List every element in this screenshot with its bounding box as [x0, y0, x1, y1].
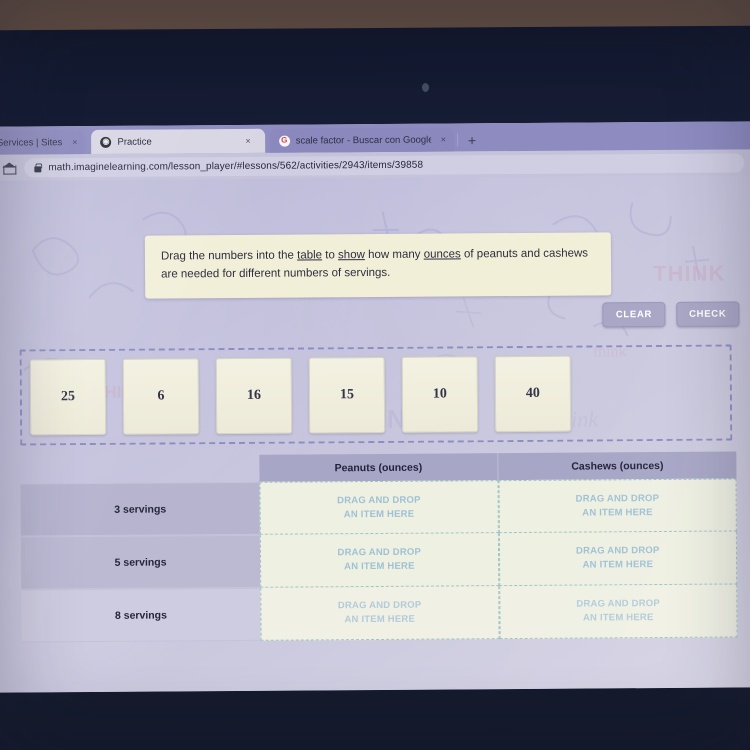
number-tile[interactable]: 16: [215, 357, 293, 435]
dropzone-line-2: AN ITEM HERE: [582, 559, 654, 571]
instruction-text-2: to: [322, 249, 339, 262]
tab-title: scale factor - Buscar con Google: [295, 134, 431, 147]
table-row: 5 servings DRAG AND DROP AN ITEM HERE DR…: [20, 531, 738, 590]
table-row: 3 servings DRAG AND DROP AN ITEM HERE DR…: [20, 478, 737, 537]
column-header-cashews: Cashews (ounces): [498, 451, 737, 481]
instruction-text-3: how many: [364, 248, 424, 262]
tab-title: Practice: [117, 136, 152, 148]
check-button[interactable]: CHECK: [675, 301, 740, 327]
google-favicon: G: [278, 135, 290, 147]
lesson-page: Think! think THINK think THINK think THI…: [0, 175, 750, 693]
home-icon[interactable]: [2, 161, 15, 174]
number-tile[interactable]: 10: [401, 356, 479, 433]
dropzone-line-2: AN ITEM HERE: [582, 612, 654, 624]
dropzone-peanuts-3[interactable]: DRAG AND DROP AN ITEM HERE: [259, 480, 499, 535]
instruction-panel: Drag the numbers into the table to show …: [144, 232, 612, 299]
dropzone-line-1: DRAG AND DROP: [337, 599, 422, 612]
dropzone-cashews-3[interactable]: DRAG AND DROP AN ITEM HERE: [498, 478, 737, 534]
dropzone-line-2: AN ITEM HERE: [344, 560, 415, 573]
url-text: math.imaginelearning.com/lesson_player/#…: [48, 159, 424, 173]
number-tile[interactable]: 25: [29, 358, 107, 436]
table-row: 8 servings DRAG AND DROP AN ITEM HERE DR…: [21, 584, 738, 643]
dropzone-line-1: DRAG AND DROP: [575, 545, 660, 557]
activity-actions: CLEAR CHECK: [602, 301, 740, 328]
number-tile[interactable]: 40: [494, 355, 572, 433]
tab-divider: [456, 133, 459, 147]
svg-text:THINK: THINK: [653, 261, 725, 287]
close-icon[interactable]: ×: [245, 136, 250, 146]
browser-tab-google[interactable]: G scale factor - Buscar con Google ×: [269, 127, 455, 153]
practice-favicon: ◉: [100, 136, 112, 148]
table-corner-cell: [20, 455, 259, 484]
row-label: 3 servings: [20, 481, 260, 537]
dropzone-line-2: AN ITEM HERE: [344, 613, 416, 626]
clear-button[interactable]: CLEAR: [602, 301, 666, 328]
servings-table: Peanuts (ounces) Cashews (ounces) 3 serv…: [20, 451, 738, 643]
screen-content: ps | Services | Sites × ◉ Practice × G s…: [0, 121, 750, 693]
new-tab-button[interactable]: +: [461, 132, 483, 151]
dropzone-line-1: DRAG AND DROP: [337, 546, 422, 559]
dropzone-cashews-8[interactable]: DRAG AND DROP AN ITEM HERE: [498, 584, 738, 640]
number-tile[interactable]: 15: [308, 356, 386, 434]
dropzone-line-1: DRAG AND DROP: [337, 494, 421, 507]
dropzone-line-1: DRAG AND DROP: [576, 598, 660, 610]
dropzone-line-1: DRAG AND DROP: [575, 492, 660, 505]
instruction-underline-show: show: [337, 249, 365, 262]
number-tile-tray: 25 6 16 15 10 40: [19, 344, 733, 446]
photo-of-screen: ps | Services | Sites × ◉ Practice × G s…: [0, 0, 750, 750]
row-label: 5 servings: [20, 534, 261, 590]
browser-tab-0[interactable]: ps | Services | Sites ×: [0, 130, 86, 155]
lock-icon: [34, 163, 41, 172]
tab-title: ps | Services | Sites: [0, 136, 63, 149]
address-bar[interactable]: math.imaginelearning.com/lesson_player/#…: [24, 152, 745, 177]
browser-tabstrip: ps | Services | Sites × ◉ Practice × G s…: [0, 121, 750, 155]
dropzone-line-2: AN ITEM HERE: [343, 508, 415, 520]
dropzone-peanuts-8[interactable]: DRAG AND DROP AN ITEM HERE: [260, 586, 500, 641]
instruction-underline-ounces: ounces: [423, 248, 461, 261]
monitor-bezel-bottom: [0, 683, 750, 750]
dropzone-cashews-5[interactable]: DRAG AND DROP AN ITEM HERE: [498, 531, 738, 587]
number-tile[interactable]: 6: [122, 358, 200, 435]
webcam-icon: [422, 83, 429, 92]
row-label: 8 servings: [21, 587, 261, 643]
browser-tab-practice[interactable]: ◉ Practice ×: [91, 128, 265, 154]
close-icon[interactable]: ×: [72, 137, 77, 147]
close-icon[interactable]: ×: [441, 134, 446, 144]
monitor-bezel-top: [0, 25, 750, 131]
instruction-underline-table: table: [297, 249, 323, 262]
instruction-text-1: Drag the numbers into the: [160, 249, 298, 263]
column-header-peanuts: Peanuts (ounces): [259, 453, 499, 482]
dropzone-peanuts-5[interactable]: DRAG AND DROP AN ITEM HERE: [259, 533, 499, 588]
dropzone-line-2: AN ITEM HERE: [582, 506, 653, 519]
